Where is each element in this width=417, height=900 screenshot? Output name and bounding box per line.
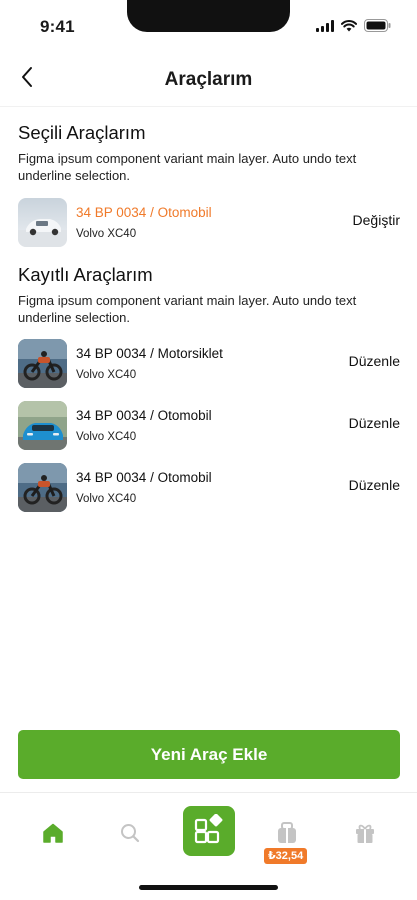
vehicle-model: Volvo XC40 <box>76 227 137 240</box>
selected-vehicle-row: 34 BP 0034 / Otomobil Volvo XC40 Değişti… <box>18 197 402 247</box>
saved-vehicles-section: Kayıtlı Araçlarım Figma ipsum component … <box>18 264 402 326</box>
wifi-icon <box>341 19 357 37</box>
saved-vehicle-row: 34 BP 0034 / Otomobil Volvo XC40 Düzenle <box>18 462 402 512</box>
status-icons <box>316 19 391 37</box>
vehicle-plate: 34 BP 0034 / Otomobil <box>76 407 212 423</box>
edit-vehicle-button[interactable]: Düzenle <box>349 477 400 493</box>
home-icon <box>42 823 64 848</box>
vehicle-model: Volvo XC40 <box>76 368 137 381</box>
status-bar: 9:41 <box>0 0 417 52</box>
section-title: Kayıtlı Araçlarım <box>18 264 153 285</box>
apps-grid-icon <box>194 813 224 849</box>
vehicle-info: 34 BP 0034 / Otomobil Volvo XC40 <box>76 205 212 240</box>
page-title: Araçlarım <box>164 69 253 90</box>
wallet-balance-badge: ₺32,54 <box>264 848 308 864</box>
app-header: Araçlarım <box>0 52 417 107</box>
device-notch <box>127 0 290 32</box>
bottom-nav: ₺32,54 <box>0 792 417 900</box>
status-time: 9:41 <box>40 17 75 36</box>
vehicle-thumbnail <box>18 338 67 388</box>
edit-vehicle-button[interactable]: Düzenle <box>349 415 400 431</box>
battery-icon <box>364 19 391 37</box>
vehicle-plate: 34 BP 0034 / Otomobil <box>76 204 212 220</box>
vehicle-model: Volvo XC40 <box>76 492 137 505</box>
add-vehicle-button[interactable]: Yeni Araç Ekle <box>18 730 400 779</box>
vehicle-thumbnail <box>18 197 67 247</box>
vehicle-plate: 34 BP 0034 / Otomobil <box>76 469 212 485</box>
vehicle-info: 34 BP 0034 / Motorsiklet Volvo XC40 <box>76 346 223 381</box>
nav-home[interactable] <box>38 820 68 850</box>
search-icon <box>120 823 140 848</box>
vehicle-info: 34 BP 0034 / Otomobil Volvo XC40 <box>76 408 212 443</box>
section-description: Figma ipsum component variant main layer… <box>18 151 357 183</box>
cellular-signal-icon <box>316 19 334 37</box>
selected-vehicles-section: Seçili Araçlarım Figma ipsum component v… <box>18 122 402 184</box>
home-indicator <box>139 885 278 890</box>
section-title: Seçili Araçlarım <box>18 122 146 143</box>
nav-search[interactable] <box>115 820 145 850</box>
saved-vehicle-row: 34 BP 0034 / Motorsiklet Volvo XC40 Düze… <box>18 338 402 388</box>
vehicle-thumbnail <box>18 462 67 512</box>
vehicle-plate: 34 BP 0034 / Motorsiklet <box>76 345 223 361</box>
wallet-icon <box>277 821 297 849</box>
vehicle-info: 34 BP 0034 / Otomobil Volvo XC40 <box>76 470 212 505</box>
change-vehicle-button[interactable]: Değiştir <box>353 212 400 228</box>
nav-apps[interactable] <box>183 806 235 856</box>
edit-vehicle-button[interactable]: Düzenle <box>349 353 400 369</box>
nav-wallet[interactable] <box>272 820 302 850</box>
vehicle-thumbnail <box>18 400 67 450</box>
section-description: Figma ipsum component variant main layer… <box>18 293 357 325</box>
gift-icon <box>354 822 376 849</box>
saved-vehicle-row: 34 BP 0034 / Otomobil Volvo XC40 Düzenle <box>18 400 402 450</box>
vehicle-model: Volvo XC40 <box>76 430 137 443</box>
nav-gifts[interactable] <box>350 820 380 850</box>
